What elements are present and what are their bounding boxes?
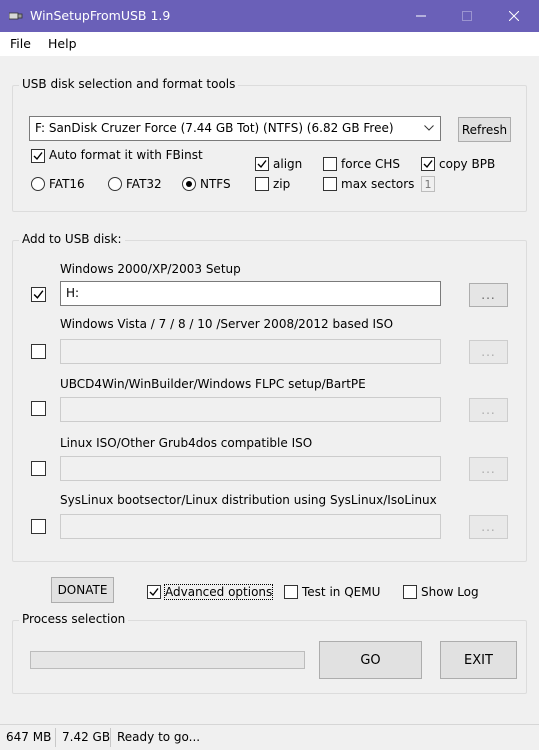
browse-button-linux[interactable]: ... [469, 457, 508, 481]
add-to-usb-group-label: Add to USB disk: [19, 232, 125, 246]
fat16-label: FAT16 [49, 177, 85, 191]
menu-bar: File Help [0, 32, 539, 56]
auto-format-label: Auto format it with FBinst [49, 148, 203, 162]
ntfs-radio[interactable] [182, 177, 196, 191]
fat32-label: FAT32 [126, 177, 162, 191]
source-path-syslinux[interactable] [60, 514, 441, 539]
max-sectors-checkbox[interactable] [323, 177, 337, 191]
chevron-down-icon [424, 125, 434, 131]
minimize-icon [416, 15, 426, 17]
align-label: align [273, 157, 303, 171]
source-checkbox-ubcd[interactable] [31, 401, 46, 416]
source-path-vista[interactable] [60, 339, 441, 364]
menu-file[interactable]: File [10, 36, 31, 51]
zip-label: zip [273, 177, 291, 191]
source-checkbox-syslinux[interactable] [31, 519, 46, 534]
source-path-ubcd[interactable] [60, 397, 441, 422]
source-path-winxp-value: H: [66, 286, 80, 300]
process-selection-label: Process selection [19, 612, 129, 626]
check-icon [33, 290, 44, 299]
browse-button-syslinux[interactable]: ... [469, 515, 508, 539]
check-icon [33, 152, 43, 161]
browse-button-vista[interactable]: ... [469, 340, 508, 364]
radio-selected-dot [186, 181, 192, 187]
source-label-linux: Linux ISO/Other Grub4dos compatible ISO [60, 436, 313, 450]
donate-button[interactable]: DONATE [51, 577, 114, 603]
close-button[interactable] [491, 0, 537, 32]
status-divider [55, 728, 56, 747]
status-memory: 647 MB [6, 730, 52, 744]
source-label-syslinux: SysLinux bootsector/Linux distribution u… [60, 493, 437, 507]
browse-button-winxp[interactable]: ... [469, 283, 508, 307]
fat16-radio[interactable] [31, 177, 45, 191]
check-icon [423, 160, 433, 169]
status-bar: 647 MB 7.42 GB Ready to go... [0, 724, 539, 750]
usb-disk-dropdown[interactable]: F: SanDisk Cruzer Force (7.44 GB Tot) (N… [29, 116, 441, 141]
maximize-button[interactable] [444, 0, 490, 32]
exit-button[interactable]: EXIT [440, 641, 517, 679]
minimize-button[interactable] [398, 0, 444, 32]
source-label-winxp: Windows 2000/XP/2003 Setup [60, 262, 241, 276]
test-qemu-checkbox[interactable] [284, 585, 298, 599]
check-icon [257, 160, 267, 169]
maximize-icon [462, 11, 472, 21]
ntfs-label: NTFS [200, 177, 231, 191]
source-path-winxp[interactable]: H: [60, 281, 441, 306]
source-label-vista: Windows Vista / 7 / 8 / 10 /Server 2008/… [60, 317, 394, 331]
force-chs-label: force CHS [341, 157, 401, 171]
browse-button-ubcd[interactable]: ... [469, 398, 508, 422]
advanced-options-checkbox[interactable] [147, 585, 161, 599]
title-bar[interactable]: WinSetupFromUSB 1.9 [0, 0, 539, 32]
test-qemu-label: Test in QEMU [302, 585, 381, 599]
status-message: Ready to go... [117, 730, 201, 744]
show-log-checkbox[interactable] [403, 585, 417, 599]
source-checkbox-linux[interactable] [31, 461, 46, 476]
source-label-ubcd: UBCD4Win/WinBuilder/Windows FLPC setup/B… [60, 377, 366, 391]
force-chs-checkbox[interactable] [323, 157, 337, 171]
refresh-button[interactable]: Refresh [458, 117, 511, 142]
advanced-options-label: Advanced options [163, 584, 274, 600]
fat32-radio[interactable] [108, 177, 122, 191]
align-checkbox[interactable] [255, 157, 269, 171]
source-path-linux[interactable] [60, 456, 441, 481]
source-checkbox-winxp[interactable] [31, 287, 46, 302]
close-icon [509, 11, 519, 21]
max-sectors-label: max sectors [341, 177, 415, 191]
usb-app-icon [9, 12, 23, 20]
copy-bpb-checkbox[interactable] [421, 157, 435, 171]
status-divider [110, 728, 111, 747]
usb-disk-group-label: USB disk selection and format tools [19, 77, 239, 91]
copy-bpb-label: copy BPB [439, 157, 496, 171]
window-title: WinSetupFromUSB 1.9 [30, 8, 171, 23]
auto-format-checkbox[interactable] [31, 149, 45, 163]
status-disk-size: 7.42 GB [62, 730, 111, 744]
check-icon [149, 588, 159, 597]
progress-bar [30, 651, 305, 669]
zip-checkbox[interactable] [255, 177, 269, 191]
go-button[interactable]: GO [319, 641, 422, 679]
menu-help[interactable]: Help [48, 36, 77, 51]
max-sectors-value[interactable]: 1 [421, 176, 435, 192]
source-checkbox-vista[interactable] [31, 344, 46, 359]
usb-disk-value: F: SanDisk Cruzer Force (7.44 GB Tot) (N… [35, 121, 394, 135]
show-log-label: Show Log [421, 585, 479, 599]
